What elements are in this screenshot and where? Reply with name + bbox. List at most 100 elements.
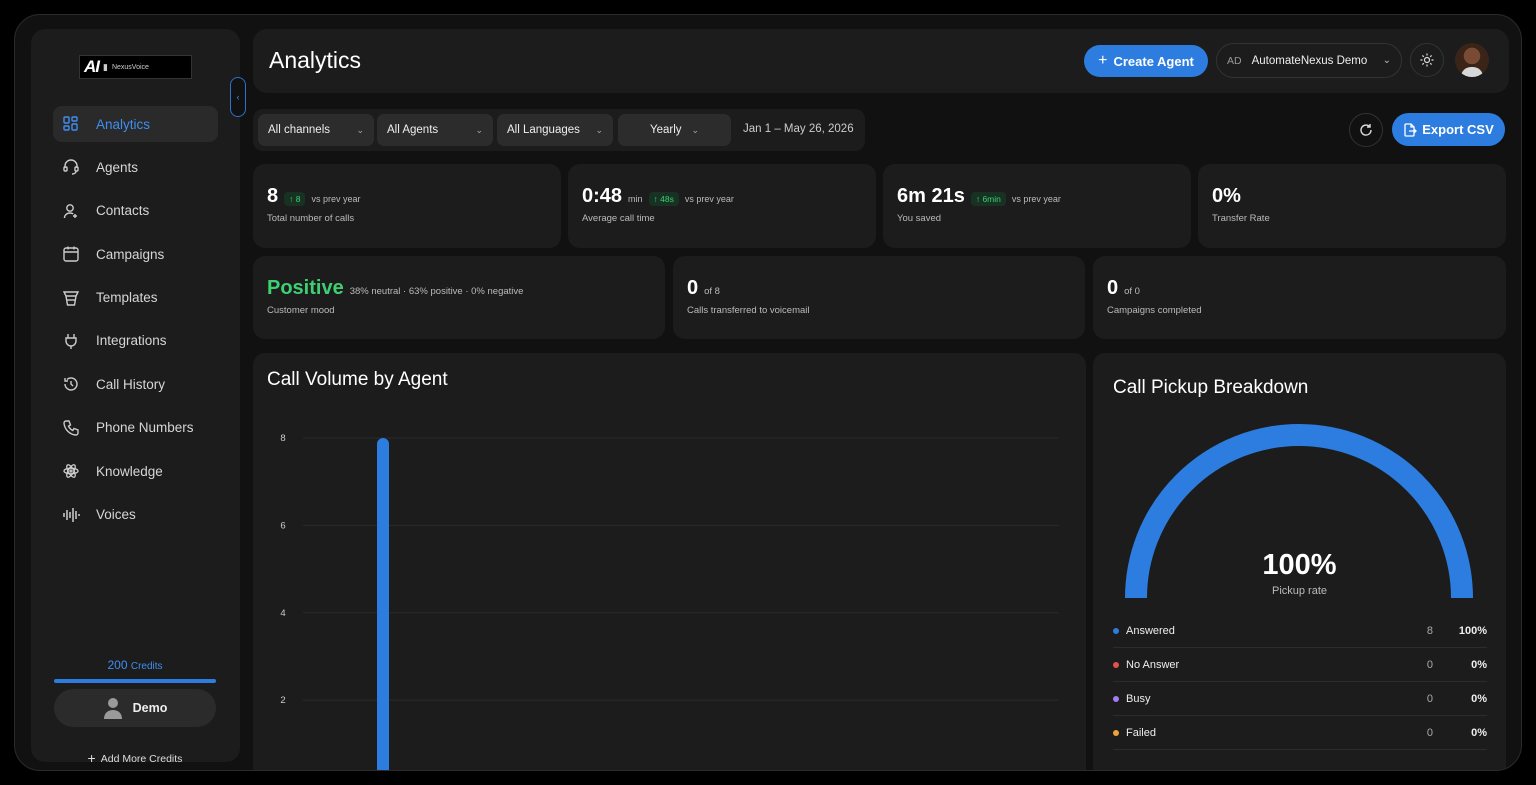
refresh-button[interactable] xyxy=(1349,113,1383,147)
period-filter-value: Yearly xyxy=(649,124,682,136)
date-range-label[interactable]: Jan 1 – May 26, 2026 xyxy=(743,123,854,135)
voicemail-of: of 8 xyxy=(704,286,720,297)
legend-row-answered: Answered 8 100% xyxy=(1113,614,1487,648)
campaigns-metric: 0 of 0 xyxy=(1107,277,1140,300)
sidebar-item-integrations[interactable]: Integrations xyxy=(53,323,218,359)
sidebar-item-call-history[interactable]: Call History xyxy=(53,366,218,402)
sidebar-item-templates[interactable]: Templates xyxy=(53,280,218,316)
workspace-select[interactable]: AD AutomateNexus Demo ⌄ xyxy=(1216,43,1402,78)
waveform-logo-icon: ▮ xyxy=(103,61,108,72)
collapse-sidebar-button[interactable]: ‹ xyxy=(230,77,246,117)
transfer-rate-value: 0% xyxy=(1212,185,1241,207)
avg-call-time-label: Average call time xyxy=(582,213,655,224)
sidebar-item-label: Call History xyxy=(96,376,166,392)
legend-count: 0 xyxy=(1426,692,1433,705)
sidebar-item-label: Phone Numbers xyxy=(96,420,194,436)
avg-call-time-metric: 0:48 min ↑ 48s vs prev year xyxy=(582,185,734,208)
legend-count: 0 xyxy=(1426,658,1433,671)
workspace-initials: AD xyxy=(1227,54,1242,67)
customer-mood-value: Positive xyxy=(267,277,344,299)
total-calls-delta: ↑ 8 xyxy=(284,192,306,206)
sidebar-item-label: Contacts xyxy=(96,203,150,219)
agents-filter-select[interactable]: All Agents ⌄ xyxy=(377,114,493,146)
export-csv-button[interactable]: Export CSV xyxy=(1392,113,1505,146)
sidebar-item-campaigns[interactable]: Campaigns xyxy=(53,236,218,272)
pickup-rate-label: Pickup rate xyxy=(1271,585,1328,597)
workspace-name: AutomateNexus Demo xyxy=(1251,54,1368,67)
user-name: Demo xyxy=(132,701,168,715)
filter-bar: All channels ⌄ All Agents ⌄ All Language… xyxy=(253,109,865,151)
user-avatar-icon xyxy=(103,698,122,719)
history-icon xyxy=(64,377,78,391)
user-menu-button[interactable]: Demo xyxy=(54,689,216,727)
logo-mark: AI xyxy=(84,57,100,76)
sidebar-item-label: Knowledge xyxy=(96,463,163,479)
y-tick-label: 6 xyxy=(280,520,285,531)
legend-percent: 100% xyxy=(1458,624,1487,637)
page-title: Analytics xyxy=(269,47,362,73)
sidebar-item-label: Analytics xyxy=(96,116,151,132)
call-pickup-chart-card: Call Pickup Breakdown 100% Pickup rate A… xyxy=(1093,353,1506,770)
languages-filter-select[interactable]: All Languages ⌄ xyxy=(497,114,613,146)
sidebar-item-contacts[interactable]: Contacts xyxy=(53,193,218,229)
sidebar-item-agents[interactable]: Agents xyxy=(53,149,218,185)
calendar-icon xyxy=(63,246,79,262)
sidebar-item-knowledge[interactable]: Knowledge xyxy=(53,453,218,489)
sidebar-item-label: Agents xyxy=(96,159,139,175)
legend-dot xyxy=(1113,661,1119,668)
chevron-down-icon: ⌄ xyxy=(475,124,483,135)
time-saved-label: You saved xyxy=(897,213,942,224)
customer-mood-card: Positive 38% neutral · 63% positive · 0%… xyxy=(253,256,665,339)
sidebar-item-voices[interactable]: Voices xyxy=(53,497,218,533)
sidebar-item-label: Campaigns xyxy=(96,246,165,262)
voicemail-metric: 0 of 8 xyxy=(687,277,720,300)
sidebar-nav: Analytics Agents Contacts Campaigns Temp… xyxy=(53,106,218,540)
create-agent-button[interactable]: + Create Agent xyxy=(1084,45,1208,77)
sidebar-item-label: Integrations xyxy=(96,333,167,349)
total-calls-card: 8 ↑ 8 vs prev year Total number of calls xyxy=(253,164,561,248)
bar[interactable] xyxy=(377,438,389,771)
total-calls-vs: vs prev year xyxy=(311,194,361,204)
logo[interactable]: AI ▮ NexusVoice xyxy=(79,55,192,79)
template-icon xyxy=(62,290,80,306)
chevron-down-icon: ⌄ xyxy=(1382,55,1391,66)
legend-dot xyxy=(1113,729,1119,736)
sidebar-item-phone-numbers[interactable]: Phone Numbers xyxy=(53,410,218,446)
campaigns-label: Campaigns completed xyxy=(1107,305,1202,316)
call-volume-bar-chart: 8 6 4 2 xyxy=(280,433,1059,771)
user-avatar[interactable] xyxy=(1455,43,1489,77)
add-credits-button[interactable]: + Add More Credits xyxy=(54,750,216,766)
chevron-down-icon: ⌄ xyxy=(595,124,603,135)
period-filter-select[interactable]: Yearly ⌄ xyxy=(618,114,731,146)
sidebar-item-analytics[interactable]: Analytics xyxy=(53,106,218,142)
languages-filter-value: All Languages xyxy=(507,124,580,136)
plus-icon: + xyxy=(1098,52,1108,69)
y-tick-label: 2 xyxy=(280,695,285,706)
y-tick-label: 8 xyxy=(280,433,285,444)
export-csv-label: Export CSV xyxy=(1422,122,1494,137)
legend-count: 0 xyxy=(1426,726,1433,739)
chevron-down-icon: ⌄ xyxy=(691,124,700,135)
avg-call-time-value: 0:48 xyxy=(582,185,623,207)
legend-dot xyxy=(1113,695,1119,702)
theme-toggle-button[interactable] xyxy=(1410,43,1444,77)
atom-icon xyxy=(63,464,79,478)
y-tick-label: 4 xyxy=(280,608,285,619)
total-calls-value: 8 xyxy=(267,185,279,207)
phone-icon xyxy=(63,420,79,436)
credits-balance: 200 Credits xyxy=(53,658,217,672)
voicemail-card: 0 of 8 Calls transferred to voicemail xyxy=(673,256,1085,339)
campaigns-of: of 0 xyxy=(1124,286,1140,297)
legend-label: Answered xyxy=(1126,624,1175,637)
customer-mood-metric: Positive 38% neutral · 63% positive · 0%… xyxy=(267,277,523,300)
chevron-down-icon: ⌄ xyxy=(356,124,364,135)
legend-row-no-answer: No Answer 0 0% xyxy=(1113,648,1487,682)
channel-filter-select[interactable]: All channels ⌄ xyxy=(258,114,374,146)
customer-mood-detail: 38% neutral · 63% positive · 0% negative xyxy=(349,286,524,297)
legend-dot xyxy=(1113,627,1119,634)
channel-filter-value: All channels xyxy=(268,124,331,136)
customer-mood-label: Customer mood xyxy=(267,305,335,316)
transfer-rate-label: Transfer Rate xyxy=(1212,213,1270,224)
create-agent-label: Create Agent xyxy=(1113,53,1194,69)
sidebar-item-label: Templates xyxy=(96,290,158,306)
